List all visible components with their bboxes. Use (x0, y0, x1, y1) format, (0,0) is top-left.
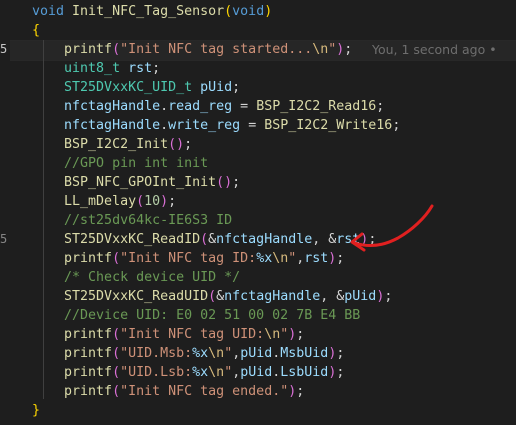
red-annotation-arrow (350, 204, 434, 252)
